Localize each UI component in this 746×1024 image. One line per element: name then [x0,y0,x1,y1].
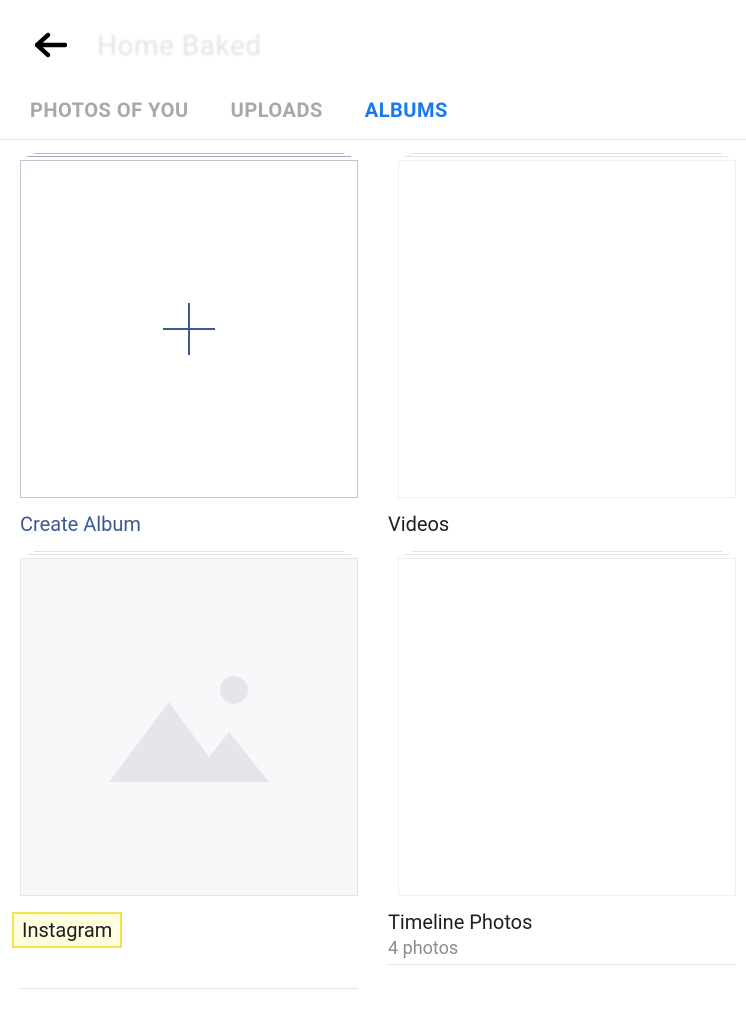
timeline-album-label: Timeline Photos [388,910,736,934]
create-album-thumb [20,160,358,498]
create-album-card[interactable]: Create Album [20,160,358,536]
tabs: PHOTOS OF YOU UPLOADS ALBUMS [0,80,746,140]
back-button[interactable] [35,31,67,59]
timeline-album-thumb [398,558,736,896]
back-arrow-icon [35,31,67,59]
tab-albums[interactable]: ALBUMS [365,98,448,122]
instagram-album-thumb [20,558,358,896]
videos-album-card[interactable]: Videos [388,160,736,536]
timeline-album-count: 4 photos [388,938,736,959]
instagram-album-label: Instagram [22,918,112,942]
instagram-highlight: Instagram [12,912,122,948]
plus-icon [161,301,217,357]
tab-photos-of-you[interactable]: PHOTOS OF YOU [30,98,189,122]
albums-grid: Create Album Videos Instagram [0,140,746,979]
timeline-album-card[interactable]: Timeline Photos 4 photos [388,558,736,959]
image-placeholder-icon [99,662,279,792]
header: Home Baked [0,0,746,80]
instagram-album-card[interactable]: Instagram [20,558,358,959]
videos-album-thumb [398,160,736,498]
create-album-label: Create Album [20,512,358,536]
videos-album-label: Videos [388,512,736,536]
page-title: Home Baked [97,29,262,62]
tab-uploads[interactable]: UPLOADS [231,98,323,122]
